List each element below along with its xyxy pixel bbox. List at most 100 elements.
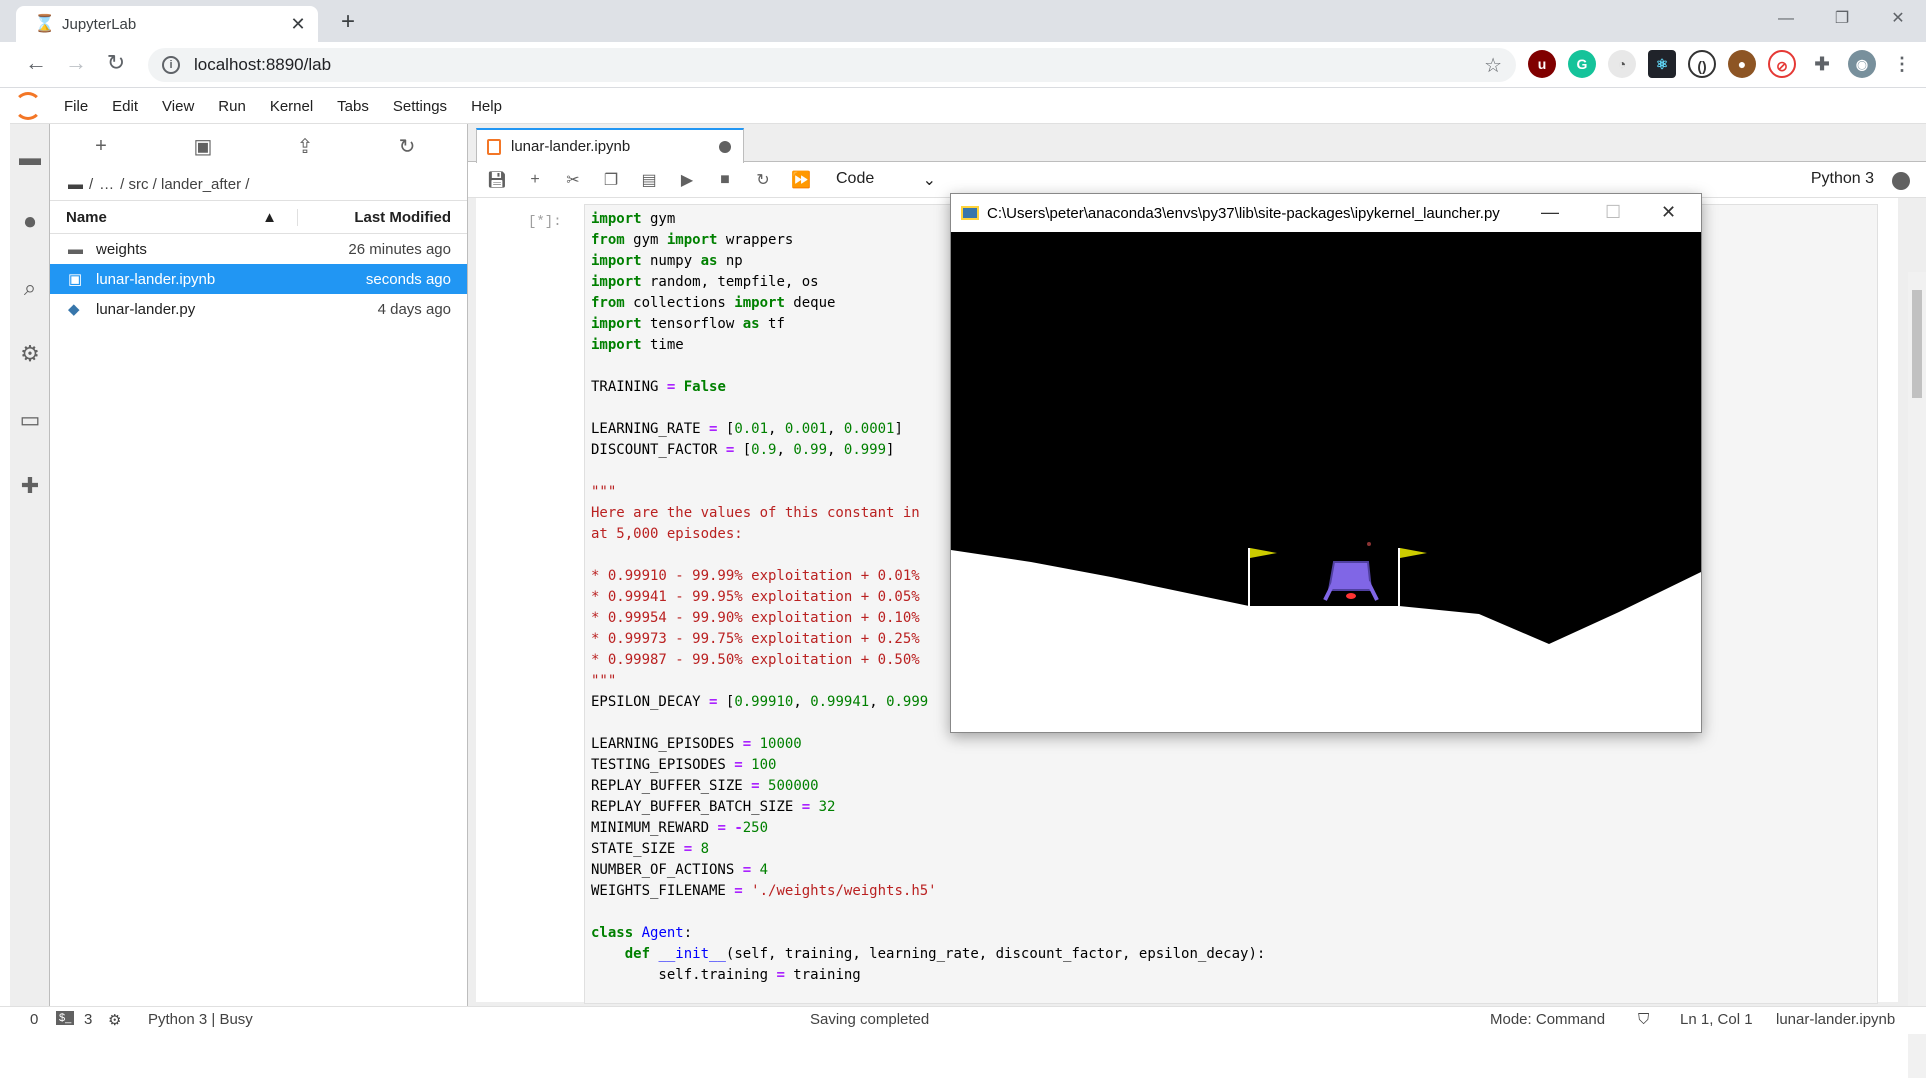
- close-icon[interactable]: ✕: [1870, 0, 1926, 40]
- file-row-weights[interactable]: ▬ weights 26 minutes ago: [50, 234, 467, 264]
- breadcrumb-root[interactable]: /: [89, 176, 93, 193]
- run-all-icon[interactable]: ⏩: [782, 170, 820, 190]
- file-modified: seconds ago: [365, 270, 451, 288]
- terminal-count[interactable]: 0: [30, 1011, 38, 1028]
- kernel-busy-indicator: [1892, 172, 1910, 190]
- cut-icon[interactable]: ✂: [554, 170, 592, 190]
- breadcrumb-path[interactable]: / src / lander_after /: [120, 176, 249, 193]
- minimize-icon[interactable]: —: [1541, 202, 1559, 223]
- folder-icon: ▬: [68, 240, 83, 258]
- gym-window-title: C:\Users\peter\anaconda3\envs\py37\lib\s…: [987, 204, 1500, 222]
- refresh-icon[interactable]: ↻: [356, 134, 458, 159]
- file-browser: + ▣ ⇪ ↻ ▬ / … / src / lander_after / Nam…: [50, 124, 468, 1014]
- cursor-position[interactable]: Ln 1, Col 1: [1680, 1011, 1753, 1028]
- grammarly-icon[interactable]: G: [1568, 50, 1596, 78]
- unsaved-dot-icon[interactable]: [719, 140, 731, 153]
- notebook-icon: [487, 138, 501, 155]
- name-column-header[interactable]: Name ▲: [50, 208, 298, 226]
- mode-indicator[interactable]: Mode: Command: [1490, 1011, 1605, 1028]
- insert-cell-icon[interactable]: +: [516, 171, 554, 189]
- kernel-gear-icon: ⚙: [108, 1012, 122, 1029]
- new-launcher-icon[interactable]: +: [50, 135, 152, 158]
- jupyter-menu-bar: File Edit View Run Kernel Tabs Settings …: [10, 89, 1926, 124]
- engine-flame: [1346, 593, 1356, 599]
- new-tab-button[interactable]: +: [334, 8, 362, 36]
- restore-icon[interactable]: ❐: [1814, 0, 1870, 40]
- puzzle-icon[interactable]: ✚: [1808, 50, 1836, 78]
- cell-type-value: Code: [836, 169, 875, 187]
- blocker-icon[interactable]: ⊘: [1768, 50, 1796, 78]
- file-row-notebook[interactable]: ▣ lunar-lander.ipynb seconds ago: [50, 264, 467, 294]
- file-name: lunar-lander.py: [96, 300, 196, 318]
- vertical-scrollbar[interactable]: [1908, 272, 1926, 1078]
- scrollbar-thumb[interactable]: [1912, 290, 1922, 398]
- running-kernels-icon[interactable]: ⏺: [16, 208, 44, 236]
- site-info-icon[interactable]: i: [162, 56, 180, 74]
- code-extension-icon[interactable]: (): [1688, 50, 1716, 78]
- terminal-icon: $_: [56, 1011, 75, 1025]
- maximize-icon[interactable]: ☐: [1605, 202, 1621, 223]
- reload-icon[interactable]: ↻: [102, 50, 130, 76]
- kernel-count[interactable]: 3: [84, 1011, 92, 1028]
- browser-tab-strip: ⌛ JupyterLab ✕ + — ❐ ✕: [0, 0, 1926, 42]
- extension-manager-icon[interactable]: ✚: [16, 472, 44, 500]
- address-bar[interactable]: i localhost:8890/lab ☆: [148, 48, 1516, 82]
- save-icon[interactable]: 💾︎: [478, 170, 516, 190]
- folder-icon[interactable]: ▬: [16, 144, 44, 172]
- close-icon[interactable]: ✕: [1661, 202, 1676, 223]
- bookmark-star-icon[interactable]: ☆: [1484, 53, 1502, 78]
- current-file: lunar-lander.ipynb: [1776, 1011, 1896, 1028]
- extension-icon[interactable]: ◔: [1608, 50, 1636, 78]
- minimize-icon[interactable]: —: [1758, 0, 1814, 40]
- menu-view[interactable]: View: [150, 98, 206, 115]
- kernel-state[interactable]: Python 3 | Busy: [148, 1011, 253, 1028]
- tab-notebook[interactable]: lunar-lander.ipynb: [476, 128, 744, 163]
- file-name: weights: [96, 240, 147, 258]
- kernel-name[interactable]: Python 3: [1811, 170, 1874, 188]
- jupyter-favicon-icon: ⌛: [34, 14, 56, 33]
- stop-icon[interactable]: ■: [706, 171, 744, 189]
- new-folder-icon[interactable]: ▣: [152, 134, 254, 159]
- menu-edit[interactable]: Edit: [100, 98, 150, 115]
- copy-icon[interactable]: ❐: [592, 170, 630, 190]
- status-bar: 0 $_ 3 ⚙ Python 3 | Busy Saving complete…: [0, 1006, 1926, 1034]
- tab-title: lunar-lander.ipynb: [511, 138, 631, 155]
- back-icon[interactable]: ←: [22, 50, 50, 76]
- name-header-label: Name: [66, 208, 107, 226]
- gear-icon[interactable]: ⚙: [16, 340, 44, 368]
- breadcrumb-ellipsis[interactable]: …: [99, 176, 114, 193]
- file-row-python[interactable]: ◆ lunar-lander.py 4 days ago: [50, 294, 467, 324]
- run-icon[interactable]: ▶: [668, 170, 706, 190]
- profile-avatar[interactable]: ◉: [1848, 50, 1876, 78]
- ublock-icon[interactable]: u: [1528, 50, 1556, 78]
- notebook-icon: ▣: [68, 271, 83, 288]
- chrome-menu-icon[interactable]: ⋮: [1888, 50, 1916, 78]
- forward-icon[interactable]: →: [62, 50, 90, 76]
- menu-settings[interactable]: Settings: [381, 98, 459, 115]
- menu-help[interactable]: Help: [459, 98, 514, 115]
- file-browser-toolbar: + ▣ ⇪ ↻: [50, 124, 467, 168]
- extensions-area: u G ◔ ⚛ () ● ⊘ ✚ ◉ ⋮: [1528, 50, 1916, 78]
- cookie-icon[interactable]: ●: [1728, 50, 1756, 78]
- home-folder-icon[interactable]: ▬: [68, 176, 83, 193]
- last-modified-column-header[interactable]: Last Modified: [298, 209, 467, 226]
- menu-kernel[interactable]: Kernel: [258, 98, 325, 115]
- tabs-icon[interactable]: ▭: [16, 406, 44, 434]
- upload-icon[interactable]: ⇪: [254, 134, 356, 159]
- restart-icon[interactable]: ↻: [744, 170, 782, 190]
- menu-file[interactable]: File: [52, 98, 100, 115]
- commands-icon[interactable]: ⌕: [16, 274, 44, 302]
- menu-tabs[interactable]: Tabs: [325, 98, 381, 115]
- jupyter-logo-icon: [14, 92, 42, 120]
- breadcrumb: ▬ / … / src / lander_after /: [50, 168, 467, 200]
- gym-render-window[interactable]: C:\Users\peter\anaconda3\envs\py37\lib\s…: [950, 193, 1702, 733]
- menu-run[interactable]: Run: [206, 98, 258, 115]
- paste-icon[interactable]: ▤: [630, 170, 668, 190]
- browser-tab[interactable]: ⌛ JupyterLab ✕: [16, 6, 318, 42]
- gym-window-titlebar[interactable]: C:\Users\peter\anaconda3\envs\py37\lib\s…: [951, 194, 1701, 232]
- cell-type-select[interactable]: Code ⌄: [836, 170, 936, 190]
- close-tab-icon[interactable]: ✕: [288, 14, 308, 35]
- react-devtools-icon[interactable]: ⚛: [1648, 50, 1676, 78]
- python-app-icon: [961, 206, 979, 220]
- file-modified: 26 minutes ago: [348, 240, 451, 258]
